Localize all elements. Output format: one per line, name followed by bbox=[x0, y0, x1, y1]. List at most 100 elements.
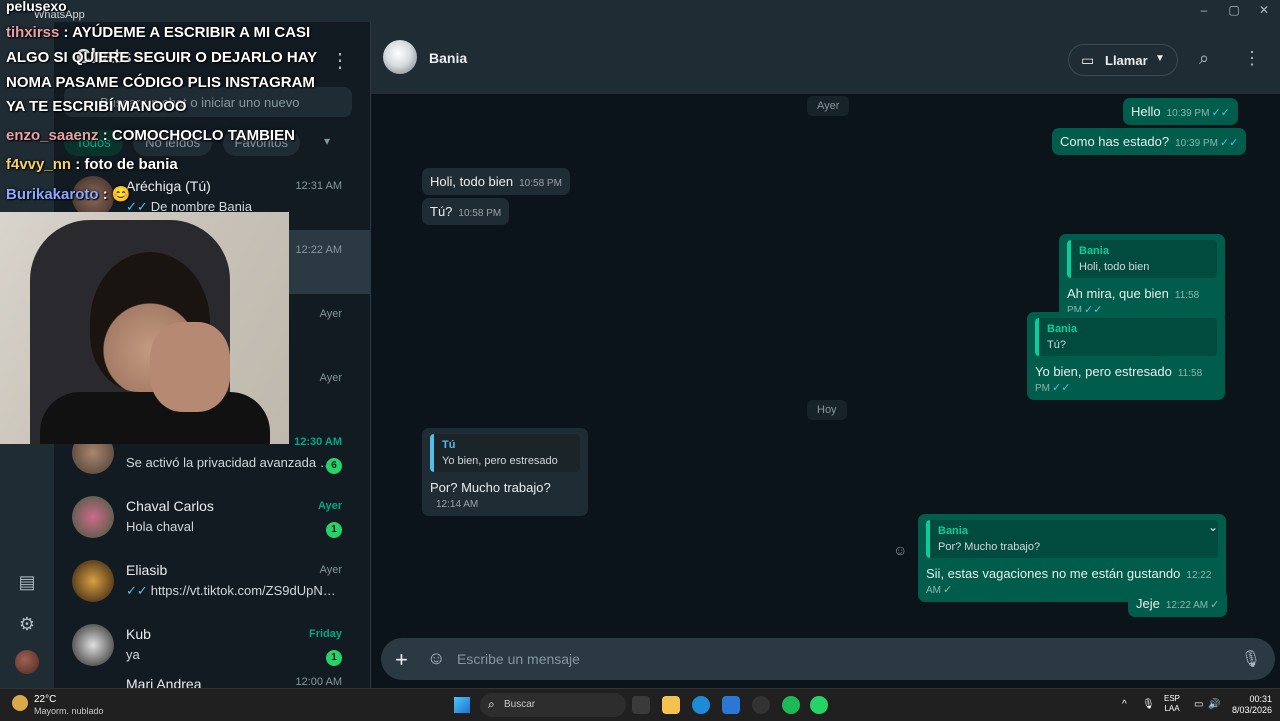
search-icon[interactable]: ⌕ bbox=[1199, 48, 1209, 69]
quote-text: Tú? bbox=[1047, 339, 1066, 351]
taskbar-search-label: Buscar bbox=[504, 699, 536, 710]
chat-time: Ayer bbox=[319, 564, 342, 576]
chevron-down-icon: ▼ bbox=[1155, 53, 1165, 64]
single-check-icon: ✓ bbox=[1210, 599, 1220, 611]
chat-name: Eliasib bbox=[126, 562, 168, 578]
chevron-down-icon[interactable]: ⌄ bbox=[1208, 520, 1218, 534]
clock-time: 00:31 bbox=[1249, 694, 1272, 704]
quoted-message[interactable]: Bania Holi, todo bien bbox=[1067, 240, 1217, 278]
message-out-reply[interactable]: Bania Tú? Yo bien, pero estresado 11:58 P… bbox=[1027, 312, 1225, 400]
quoted-message[interactable]: Bania Tú? bbox=[1035, 318, 1217, 356]
store-icon[interactable] bbox=[722, 696, 740, 714]
whatsapp-taskbar-icon[interactable] bbox=[810, 696, 828, 714]
message-text: Por? Mucho trabajo? bbox=[430, 480, 551, 495]
single-check-icon: ✓ bbox=[943, 584, 953, 596]
profile-avatar[interactable] bbox=[15, 650, 39, 674]
message-out[interactable]: Hello 10:39 PM ✓✓ bbox=[1123, 98, 1238, 125]
obs-icon[interactable] bbox=[752, 696, 770, 714]
unread-badge: 6 bbox=[326, 458, 342, 474]
settings-gear-icon[interactable]: ⚙ bbox=[15, 612, 39, 636]
menu-kebab-icon[interactable]: ⋮ bbox=[1243, 48, 1261, 69]
avatar bbox=[72, 560, 114, 602]
taskbar-clock[interactable]: 00:31 8/03/2026 bbox=[1226, 694, 1272, 716]
chat-text: : foto de bania bbox=[75, 156, 178, 173]
stream-overlay: pelusexo tihxirss : AYÚDEME A ESCRIBIR A… bbox=[0, 0, 372, 444]
message-text: Como has estado? bbox=[1060, 134, 1170, 149]
maximize-button[interactable]: ▢ bbox=[1224, 3, 1244, 17]
call-button[interactable]: ▭ Llamar ▼ bbox=[1068, 44, 1178, 76]
chat-header: Bania ▭ Llamar ▼ ⌕ ⋮ bbox=[371, 22, 1280, 94]
sticker-icon[interactable]: ☺ bbox=[427, 648, 445, 669]
person-shirt-shape bbox=[40, 392, 270, 444]
message-text: Jeje bbox=[1136, 596, 1160, 611]
message-out-reply[interactable]: ⌄ Bania Por? Mucho trabajo? Sii, estas v… bbox=[918, 514, 1226, 602]
chat-preview-text: https://vt.tiktok.com/ZS9dUpNhBB... bbox=[150, 583, 336, 598]
archive-icon[interactable]: ▤ bbox=[15, 570, 39, 594]
composer-bar: + ☺ Escribe un mensaje 🎙 bbox=[371, 634, 1280, 688]
message-out[interactable]: Jeje 12:22 AM ✓ bbox=[1128, 590, 1228, 617]
emoji-react-icon[interactable]: ☺ bbox=[893, 542, 907, 558]
video-camera-icon: ▭ bbox=[1081, 52, 1095, 68]
day-separator: Ayer bbox=[807, 96, 850, 116]
message-pane: Ayer Hello 10:39 PM ✓✓ Como has estado? 10:… bbox=[371, 94, 1280, 634]
call-label: Llamar bbox=[1105, 53, 1148, 68]
unread-badge: 1 bbox=[326, 650, 342, 666]
weather-icon[interactable] bbox=[12, 695, 28, 711]
chat-username: tihxirss bbox=[6, 24, 60, 41]
message-out-reply[interactable]: Bania Holi, todo bien Ah mira, que bien 1… bbox=[1059, 234, 1225, 322]
quoted-message[interactable]: Bania Por? Mucho trabajo? bbox=[926, 520, 1218, 558]
input-language[interactable]: ESP LAA bbox=[1164, 694, 1180, 714]
weather-temp: 22°C bbox=[34, 694, 57, 705]
edge-browser-icon[interactable] bbox=[692, 696, 710, 714]
file-explorer-icon[interactable] bbox=[662, 696, 680, 714]
contact-avatar[interactable] bbox=[383, 40, 417, 74]
volume-icon[interactable]: 🔊 bbox=[1208, 699, 1220, 710]
quote-author: Bania bbox=[938, 525, 968, 537]
close-button[interactable]: ✕ bbox=[1254, 3, 1274, 17]
chat-preview: Se activó la privacidad avanzada de... bbox=[126, 455, 336, 470]
minimize-button[interactable]: – bbox=[1194, 3, 1214, 17]
message-text: Hello bbox=[1131, 104, 1161, 119]
message-input[interactable]: + ☺ Escribe un mensaje 🎙 bbox=[381, 638, 1275, 680]
network-icon[interactable]: ▭ bbox=[1194, 699, 1203, 710]
double-check-icon: ✓✓ bbox=[126, 583, 148, 598]
chat-text: : AYÚDEME A ESCRIBIR A MI CASI bbox=[63, 24, 311, 41]
chat-preview: ya bbox=[126, 647, 140, 662]
taskbar-search[interactable]: ⌕ Buscar bbox=[480, 693, 626, 717]
message-in[interactable]: Tú? 10:58 PM bbox=[422, 198, 510, 225]
quoted-message[interactable]: Tú Yo bien, pero estresado bbox=[430, 434, 580, 472]
mic-tray-icon[interactable]: 🎙 bbox=[1142, 699, 1155, 710]
chat-name: Kub bbox=[126, 626, 151, 642]
chat-item-kub[interactable]: Kub ya Friday 1 bbox=[54, 614, 370, 678]
spotify-icon[interactable] bbox=[782, 696, 800, 714]
message-time: 10:58 PM bbox=[458, 208, 502, 219]
message-text: Ah mira, que bien bbox=[1067, 286, 1169, 301]
message-in-reply[interactable]: Tú Yo bien, pero estresado Por? Mucho tr… bbox=[422, 428, 588, 516]
avatar bbox=[72, 624, 114, 666]
avatar bbox=[72, 496, 114, 538]
chat-username: Burikakaroto bbox=[6, 186, 99, 203]
chat-item-chaval-carlos[interactable]: Chaval Carlos Hola chaval Ayer 1 bbox=[54, 486, 370, 550]
attach-plus-icon[interactable]: + bbox=[395, 647, 408, 673]
weather-desc: Mayorm. nublado bbox=[34, 706, 104, 716]
microphone-icon[interactable]: 🎙 bbox=[1241, 649, 1261, 669]
chat-time: 12:00 AM bbox=[295, 676, 342, 688]
message-text: Sii, estas vagaciones no me están gustan… bbox=[926, 566, 1181, 581]
unread-badge: 1 bbox=[326, 522, 342, 538]
quote-author: Bania bbox=[1079, 245, 1109, 257]
message-in[interactable]: Holi, todo bien 10:58 PM bbox=[422, 168, 570, 195]
chat-username: f4vvy_nn bbox=[6, 156, 72, 173]
quote-text: Por? Mucho trabajo? bbox=[938, 541, 1041, 553]
task-view-icon[interactable] bbox=[632, 696, 650, 714]
start-button-icon[interactable] bbox=[454, 697, 470, 713]
chat-overlay-line: NOMA PASAME CÓDIGO PLIS INSTAGRAM bbox=[6, 74, 315, 91]
chat-item-eliasib[interactable]: Eliasib ✓✓ https://vt.tiktok.com/ZS9dUpNh… bbox=[54, 550, 370, 614]
message-out[interactable]: Como has estado? 10:39 PM ✓✓ bbox=[1052, 128, 1247, 155]
search-icon: ⌕ bbox=[488, 697, 495, 711]
chat-overlay-line: ALGO SI QUIERE SEGUIR O DEJARLO HAY bbox=[6, 49, 318, 66]
chat-overlay-line: enzo_saaenz : COMOCHOCLO TAMBIEN bbox=[6, 127, 295, 144]
chat-item-mari-andrea[interactable]: Mari Andrea 12:00 AM bbox=[54, 674, 370, 688]
lang-line1: ESP bbox=[1164, 694, 1181, 703]
contact-name[interactable]: Bania bbox=[429, 50, 467, 66]
tray-chevron-icon[interactable]: ^ bbox=[1122, 699, 1127, 710]
